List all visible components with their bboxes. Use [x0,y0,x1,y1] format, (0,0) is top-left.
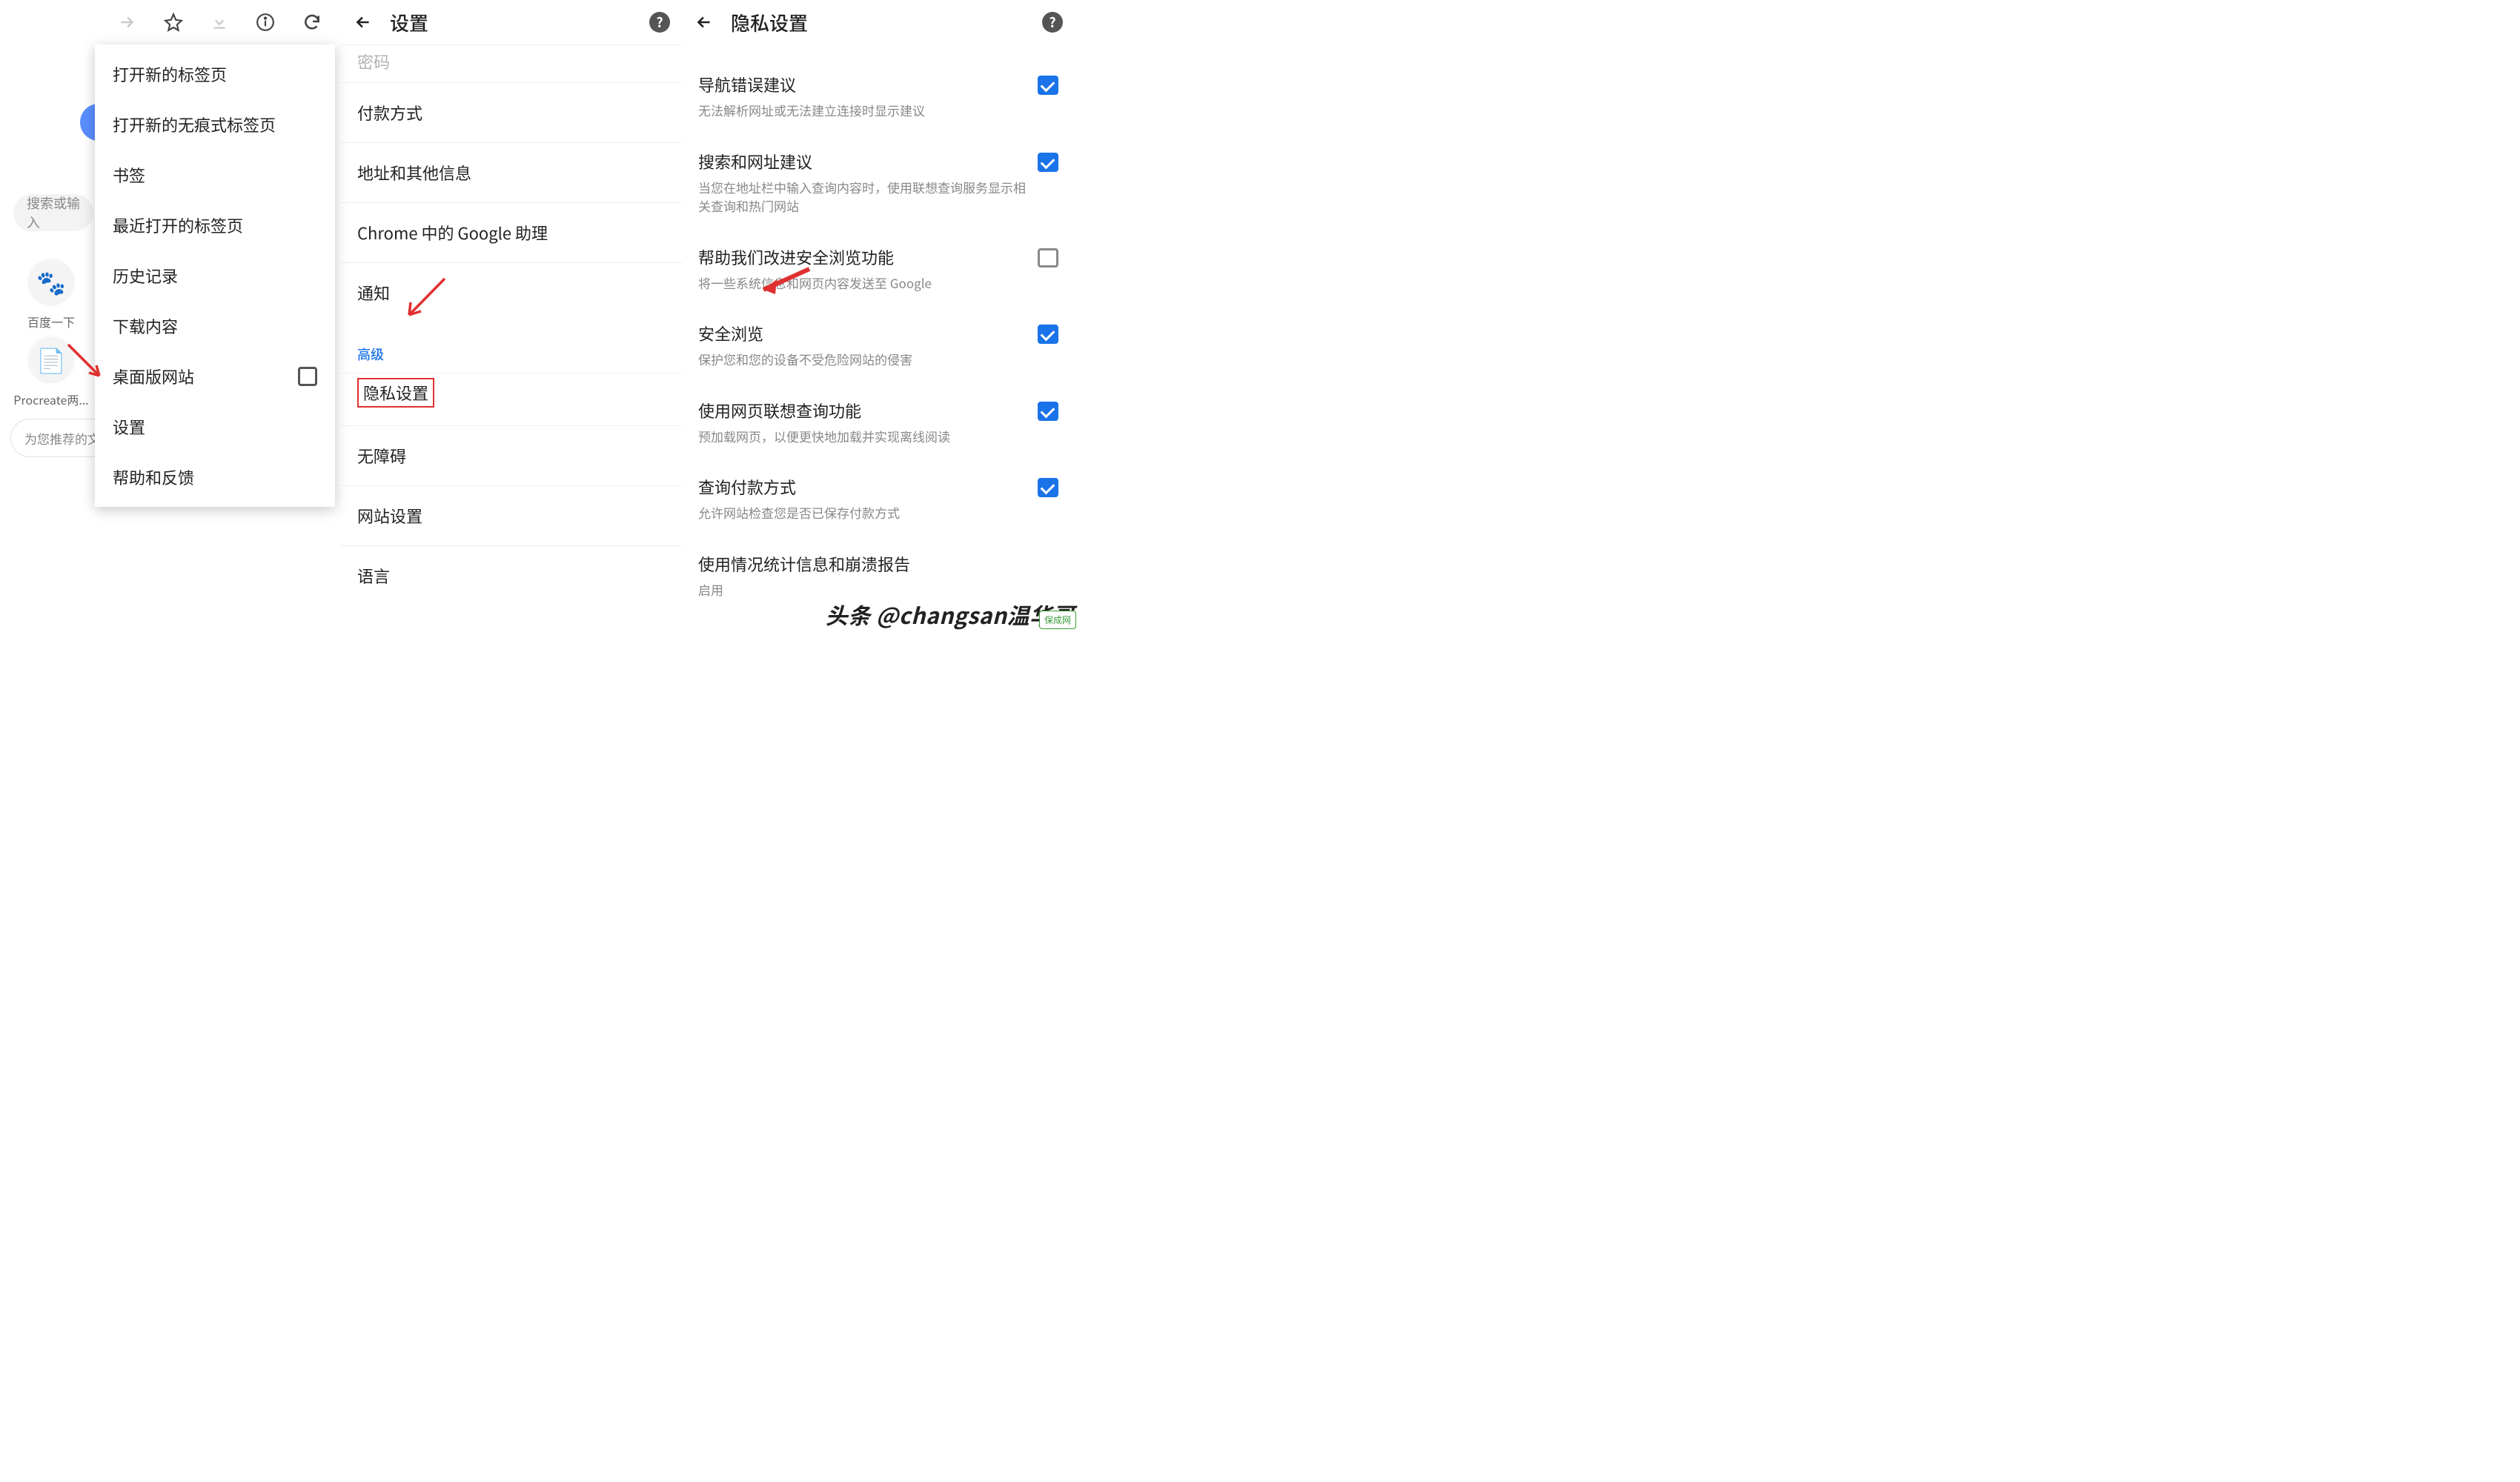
menu-label: 打开新的标签页 [113,62,227,86]
menu-incognito[interactable]: 打开新的无痕式标签页 [95,99,335,150]
privacy-list: 导航错误建议无法解析网址或无法建立连接时显示建议搜索和网址建议当您在地址栏中输入… [682,58,1075,614]
privacy-header: 隐私设置 ? [682,0,1075,44]
page-title: 隐私设置 [731,9,1026,36]
privacy-title: 搜索和网址建议 [698,150,1027,173]
menu-recent-tabs[interactable]: 最近打开的标签页 [95,200,335,250]
settings-item-language[interactable]: 语言 [341,545,682,593]
shortcut-label: 百度一下 [27,313,75,330]
privacy-desc: 预加载网页，以便更快地加载并实现离线阅读 [698,427,1027,446]
menu-history[interactable]: 历史记录 [95,250,335,301]
search-input-stub[interactable]: 搜索或输入 [13,194,93,231]
section-advanced: 高级 [341,322,682,373]
privacy-item[interactable]: 使用网页联想查询功能预加载网页，以便更快地加载并实现离线阅读 [682,384,1075,461]
menu-help[interactable]: 帮助和反馈 [95,452,335,502]
privacy-desc: 允许网站检查您是否已保存付款方式 [698,503,1027,522]
menu-desktop-site[interactable]: 桌面版网站 [95,351,335,402]
panel-settings: 设置 ? 密码 付款方式 地址和其他信息 Chrome 中的 Google 助理… [341,0,682,593]
arrow-left-icon [354,13,373,32]
settings-scroll[interactable]: 密码 付款方式 地址和其他信息 Chrome 中的 Google 助理 通知 高… [341,44,682,593]
privacy-desc: 当您在地址栏中输入查询内容时，使用联想查询服务显示相关查询和热门网站 [698,178,1027,216]
privacy-desc: 保护您和您的设备不受危险网站的侵害 [698,350,1027,369]
checkbox-icon[interactable] [1038,402,1058,421]
privacy-desc: 无法解析网址或无法建立连接时显示建议 [698,101,1027,120]
settings-header: 设置 ? [341,0,682,44]
menu-settings[interactable]: 设置 [95,402,335,452]
shortcut-label: Procreate两... [13,391,88,408]
privacy-item[interactable]: 帮助我们改进安全浏览功能将一些系统信息和网页内容发送至 Google [682,230,1075,308]
checkbox-icon[interactable] [1038,153,1058,172]
item-label: 网站设置 [357,504,422,528]
menu-bookmarks[interactable]: 书签 [95,150,335,200]
shortcut-baidu[interactable]: 🐾 百度一下 [10,259,92,330]
menu-downloads[interactable]: 下载内容 [95,301,335,351]
item-label: 地址和其他信息 [357,161,471,185]
privacy-title: 安全浏览 [698,322,1027,345]
panel-privacy: 隐私设置 ? 导航错误建议无法解析网址或无法建立连接时显示建议搜索和网址建议当您… [682,0,1075,593]
back-button[interactable] [694,12,714,33]
privacy-desc: 将一些系统信息和网页内容发送至 Google [698,273,1027,293]
settings-item-payment[interactable]: 付款方式 [341,82,682,142]
checkbox-icon[interactable] [1038,248,1058,268]
privacy-item[interactable]: 安全浏览保护您和您的设备不受危险网站的侵害 [682,307,1075,384]
overflow-menu: 打开新的标签页 打开新的无痕式标签页 书签 最近打开的标签页 历史记录 下载内容… [95,44,335,507]
menu-label: 下载内容 [113,314,178,338]
privacy-item[interactable]: 查询付款方式允许网站检查您是否已保存付款方式 [682,460,1075,537]
privacy-desc: 启用 [698,580,1058,599]
privacy-title: 导航错误建议 [698,73,1027,96]
privacy-text: 导航错误建议无法解析网址或无法建立连接时显示建议 [698,73,1027,120]
privacy-text: 帮助我们改进安全浏览功能将一些系统信息和网页内容发送至 Google [698,245,1027,293]
settings-item-accessibility[interactable]: 无障碍 [341,425,682,485]
watermark-badge: 保成网 [1039,611,1076,629]
menu-label: 最近打开的标签页 [113,213,243,237]
item-label: Chrome 中的 Google 助理 [357,221,548,245]
privacy-item[interactable]: 搜索和网址建议当您在地址栏中输入查询内容时，使用联想查询服务显示相关查询和热门网… [682,135,1075,230]
privacy-text: 安全浏览保护您和您的设备不受危险网站的侵害 [698,322,1027,369]
privacy-text: 查询付款方式允许网站检查您是否已保存付款方式 [698,475,1027,522]
settings-item-site[interactable]: 网站设置 [341,485,682,545]
menu-label: 历史记录 [113,264,178,288]
checkbox-icon[interactable] [1038,478,1058,497]
privacy-text: 使用网页联想查询功能预加载网页，以便更快地加载并实现离线阅读 [698,399,1027,446]
panel-browser-menu: 搜索或输入 🐾 百度一下 📄 Procreate两... 为您推荐的文 详细了解… [0,0,341,593]
paw-icon: 🐾 [29,259,73,304]
privacy-title: 帮助我们改进安全浏览功能 [698,245,1027,269]
help-icon[interactable]: ? [1042,12,1063,33]
menu-label: 设置 [113,415,145,439]
checkbox-icon[interactable] [1038,76,1058,95]
privacy-item[interactable]: 导航错误建议无法解析网址或无法建立连接时显示建议 [682,58,1075,135]
item-label: 隐私设置 [357,378,434,408]
help-icon[interactable]: ? [649,12,670,33]
item-label: 通知 [357,281,390,305]
menu-new-tab[interactable]: 打开新的标签页 [95,49,335,99]
settings-item-notifications[interactable]: 通知 [341,262,682,322]
page-title: 设置 [390,9,633,36]
item-label: 密码 [357,50,390,73]
checkbox-icon[interactable] [298,367,317,386]
arrow-left-icon [694,13,714,32]
privacy-title: 查询付款方式 [698,475,1027,499]
item-label: 付款方式 [357,101,422,124]
menu-label: 桌面版网站 [113,365,194,388]
shortcut-procreate[interactable]: 📄 Procreate两... [10,337,92,408]
privacy-title: 使用情况统计信息和崩溃报告 [698,552,1058,576]
back-button[interactable] [353,12,374,33]
privacy-text: 搜索和网址建议当您在地址栏中输入查询内容时，使用联想查询服务显示相关查询和热门网… [698,150,1027,216]
search-placeholder: 搜索或输入 [27,193,80,232]
watermark-text: 头条 @changsan温华哥 [826,598,1075,631]
file-icon: 📄 [29,337,73,382]
settings-item-privacy[interactable]: 隐私设置 [341,373,682,425]
item-label: 语言 [357,564,390,588]
menu-label: 帮助和反馈 [113,465,194,489]
item-label: 无障碍 [357,444,406,468]
settings-item-passwords[interactable]: 密码 [341,44,682,82]
privacy-title: 使用网页联想查询功能 [698,399,1027,422]
checkbox-icon[interactable] [1038,325,1058,344]
privacy-text: 使用情况统计信息和崩溃报告启用 [698,552,1058,599]
settings-item-addresses[interactable]: 地址和其他信息 [341,142,682,202]
recommend-text: 为您推荐的文 [24,429,100,448]
menu-label: 打开新的无痕式标签页 [113,113,276,136]
settings-item-assistant[interactable]: Chrome 中的 Google 助理 [341,202,682,262]
menu-label: 书签 [113,163,145,187]
